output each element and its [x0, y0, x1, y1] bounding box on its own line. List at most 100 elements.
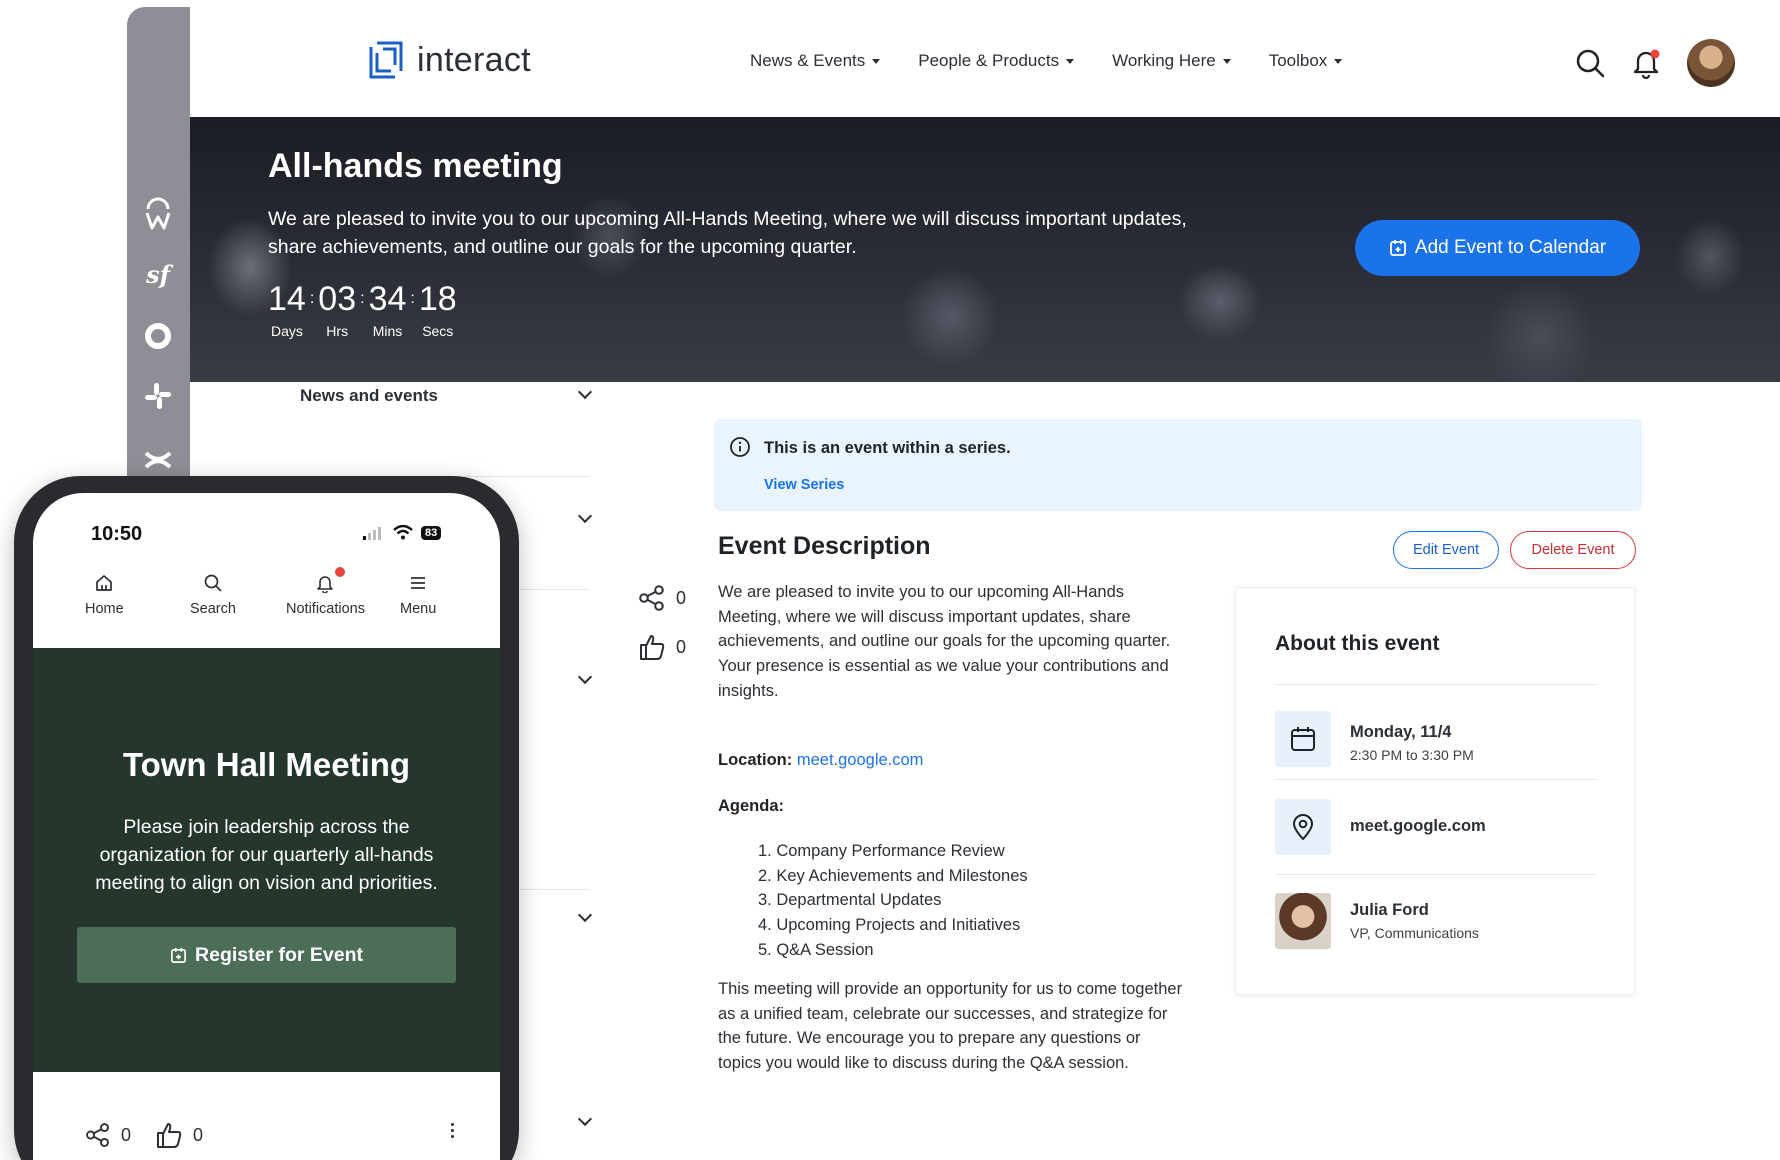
event-description-heading: Event Description — [718, 532, 931, 560]
search-icon — [204, 574, 222, 592]
agenda-item: 2. Key Achievements and Milestones — [758, 866, 1028, 885]
like-count: 0 — [676, 636, 687, 657]
nav-label: Working Here — [1112, 51, 1216, 70]
slack-icon[interactable] — [141, 379, 175, 413]
event-hero-banner: All-hands meeting We are pleased to invi… — [190, 117, 1780, 382]
user-avatar[interactable] — [1687, 39, 1735, 87]
event-intro-text: We are pleased to invite you to our upco… — [718, 583, 1171, 700]
mobile-tab-bar: Home Search Notifications Menu — [33, 567, 500, 643]
countdown-label: Mins — [372, 323, 403, 339]
notification-bell-wrapper — [315, 567, 346, 594]
delete-event-button[interactable]: Delete Event — [1510, 531, 1636, 569]
countdown-value: 18 — [418, 280, 457, 318]
caret-down-icon — [1066, 58, 1075, 64]
location-label: Location: — [718, 751, 793, 769]
countdown-separator: : — [309, 290, 315, 307]
notification-badge — [335, 567, 346, 577]
countdown-label: Days — [270, 323, 303, 339]
chevron-down-icon — [577, 384, 593, 400]
about-date-row: Monday, 11/4 2:30 PM to 3:30 PM — [1275, 684, 1597, 779]
tab-menu[interactable]: Menu — [400, 573, 436, 617]
event-time: 2:30 PM to 3:30 PM — [1350, 747, 1474, 763]
bell-icon — [317, 576, 334, 594]
event-summary: We are pleased to invite you to our upco… — [268, 208, 1187, 258]
battery-indicator: 83 — [421, 525, 442, 540]
more-options-icon[interactable] — [451, 1123, 454, 1138]
agenda-item: 3. Departmental Updates — [758, 891, 942, 910]
share-count: 0 — [121, 1124, 132, 1145]
mobile-event-description: Please join leadership across the organi… — [95, 816, 438, 894]
status-bar-icons: 83 — [363, 525, 442, 540]
register-button[interactable]: Register for Event — [77, 927, 456, 983]
register-button-label: Register for Event — [195, 943, 363, 966]
agenda-list: 1. Company Performance Review 2. Key Ach… — [758, 839, 1028, 963]
event-title: All-hands meeting — [268, 147, 563, 185]
confluence-icon[interactable] — [141, 443, 175, 477]
event-location-value[interactable]: meet.google.com — [1350, 817, 1486, 836]
brand-logo[interactable]: interact — [365, 37, 531, 83]
mobile-event-hero: Town Hall Meeting Please join leadership… — [33, 648, 500, 1072]
calendar-plus-icon — [1390, 240, 1406, 256]
signal-icon — [363, 526, 381, 540]
wifi-icon — [393, 525, 413, 540]
view-series-link[interactable]: View Series — [764, 477, 844, 493]
countdown-value: 34 — [368, 280, 407, 318]
chevron-down-icon — [577, 669, 593, 685]
countdown-separator: : — [410, 290, 415, 307]
nav-news-events[interactable]: News & Events — [750, 51, 881, 71]
home-icon — [96, 575, 113, 591]
tab-home[interactable]: Home — [85, 573, 124, 617]
calendar-plus-icon — [171, 947, 186, 963]
event-location: Location: meet.google.com — [718, 751, 923, 770]
mobile-phone-mockup: 10:50 83 Home Search Notifications Menu … — [14, 476, 519, 1160]
caret-down-icon — [1334, 58, 1343, 64]
accordion-news-events[interactable]: News and events — [300, 369, 593, 477]
host-name[interactable]: Julia Ford — [1350, 901, 1429, 920]
nav-people-products[interactable]: People & Products — [918, 51, 1075, 71]
hamburger-menu-icon — [411, 577, 426, 589]
location-pin-icon — [1275, 799, 1331, 855]
thumbs-up-icon — [640, 635, 665, 660]
countdown-minutes: 34 Mins — [369, 279, 407, 339]
tab-search[interactable]: Search — [190, 573, 236, 617]
countdown-value: 14 — [268, 280, 306, 318]
accordion-label: News and events — [300, 386, 438, 405]
event-date: Monday, 11/4 — [1350, 723, 1452, 741]
share-icon — [639, 585, 664, 611]
circle-app-icon[interactable] — [141, 319, 175, 353]
host-avatar[interactable] — [1275, 893, 1331, 949]
share-action[interactable]: 0 — [638, 584, 686, 612]
series-notice-text: This is an event within a series. — [764, 439, 1011, 457]
screenshot-root: sf interact News & Events People & Produ… — [0, 0, 1780, 1160]
search-icon[interactable] — [1575, 48, 1605, 78]
countdown-seconds: 18 Secs — [419, 279, 457, 339]
tab-label: Notifications — [286, 601, 365, 617]
like-action[interactable]: 0 — [638, 633, 686, 661]
nav-label: News & Events — [750, 51, 866, 70]
salesforce-icon[interactable]: sf — [141, 257, 175, 291]
chevron-down-icon — [577, 508, 593, 524]
mobile-event-title: Town Hall Meeting — [122, 746, 411, 783]
agenda-item: 5. Q&A Session — [758, 940, 874, 959]
bell-icon[interactable] — [1631, 47, 1661, 79]
mobile-screen: 10:50 83 Home Search Notifications Menu … — [33, 493, 500, 1160]
thumbs-up-icon[interactable] — [155, 1121, 183, 1149]
nav-toolbox[interactable]: Toolbox — [1269, 51, 1343, 71]
like-count: 0 — [193, 1124, 204, 1145]
nav-working-here[interactable]: Working Here — [1112, 51, 1231, 71]
info-icon — [730, 437, 750, 457]
tab-notifications[interactable]: Notifications — [286, 567, 365, 617]
chevron-down-icon — [577, 1111, 593, 1127]
agenda-item: 4. Upcoming Projects and Initiatives — [758, 916, 1021, 935]
location-link[interactable]: meet.google.com — [797, 751, 924, 769]
top-navigation-bar: interact News & Events People & Products… — [190, 7, 1780, 117]
add-to-calendar-button[interactable]: Add Event to Calendar — [1355, 220, 1640, 276]
share-icon[interactable] — [85, 1122, 111, 1148]
tab-label: Search — [190, 601, 236, 617]
tab-label: Menu — [400, 601, 437, 617]
workday-icon[interactable] — [141, 197, 175, 231]
edit-event-button[interactable]: Edit Event — [1393, 531, 1499, 569]
main-nav: News & Events People & Products Working … — [750, 51, 1343, 71]
about-host-row: Julia Ford VP, Communications — [1275, 874, 1597, 969]
add-to-calendar-label: Add Event to Calendar — [1414, 237, 1607, 258]
